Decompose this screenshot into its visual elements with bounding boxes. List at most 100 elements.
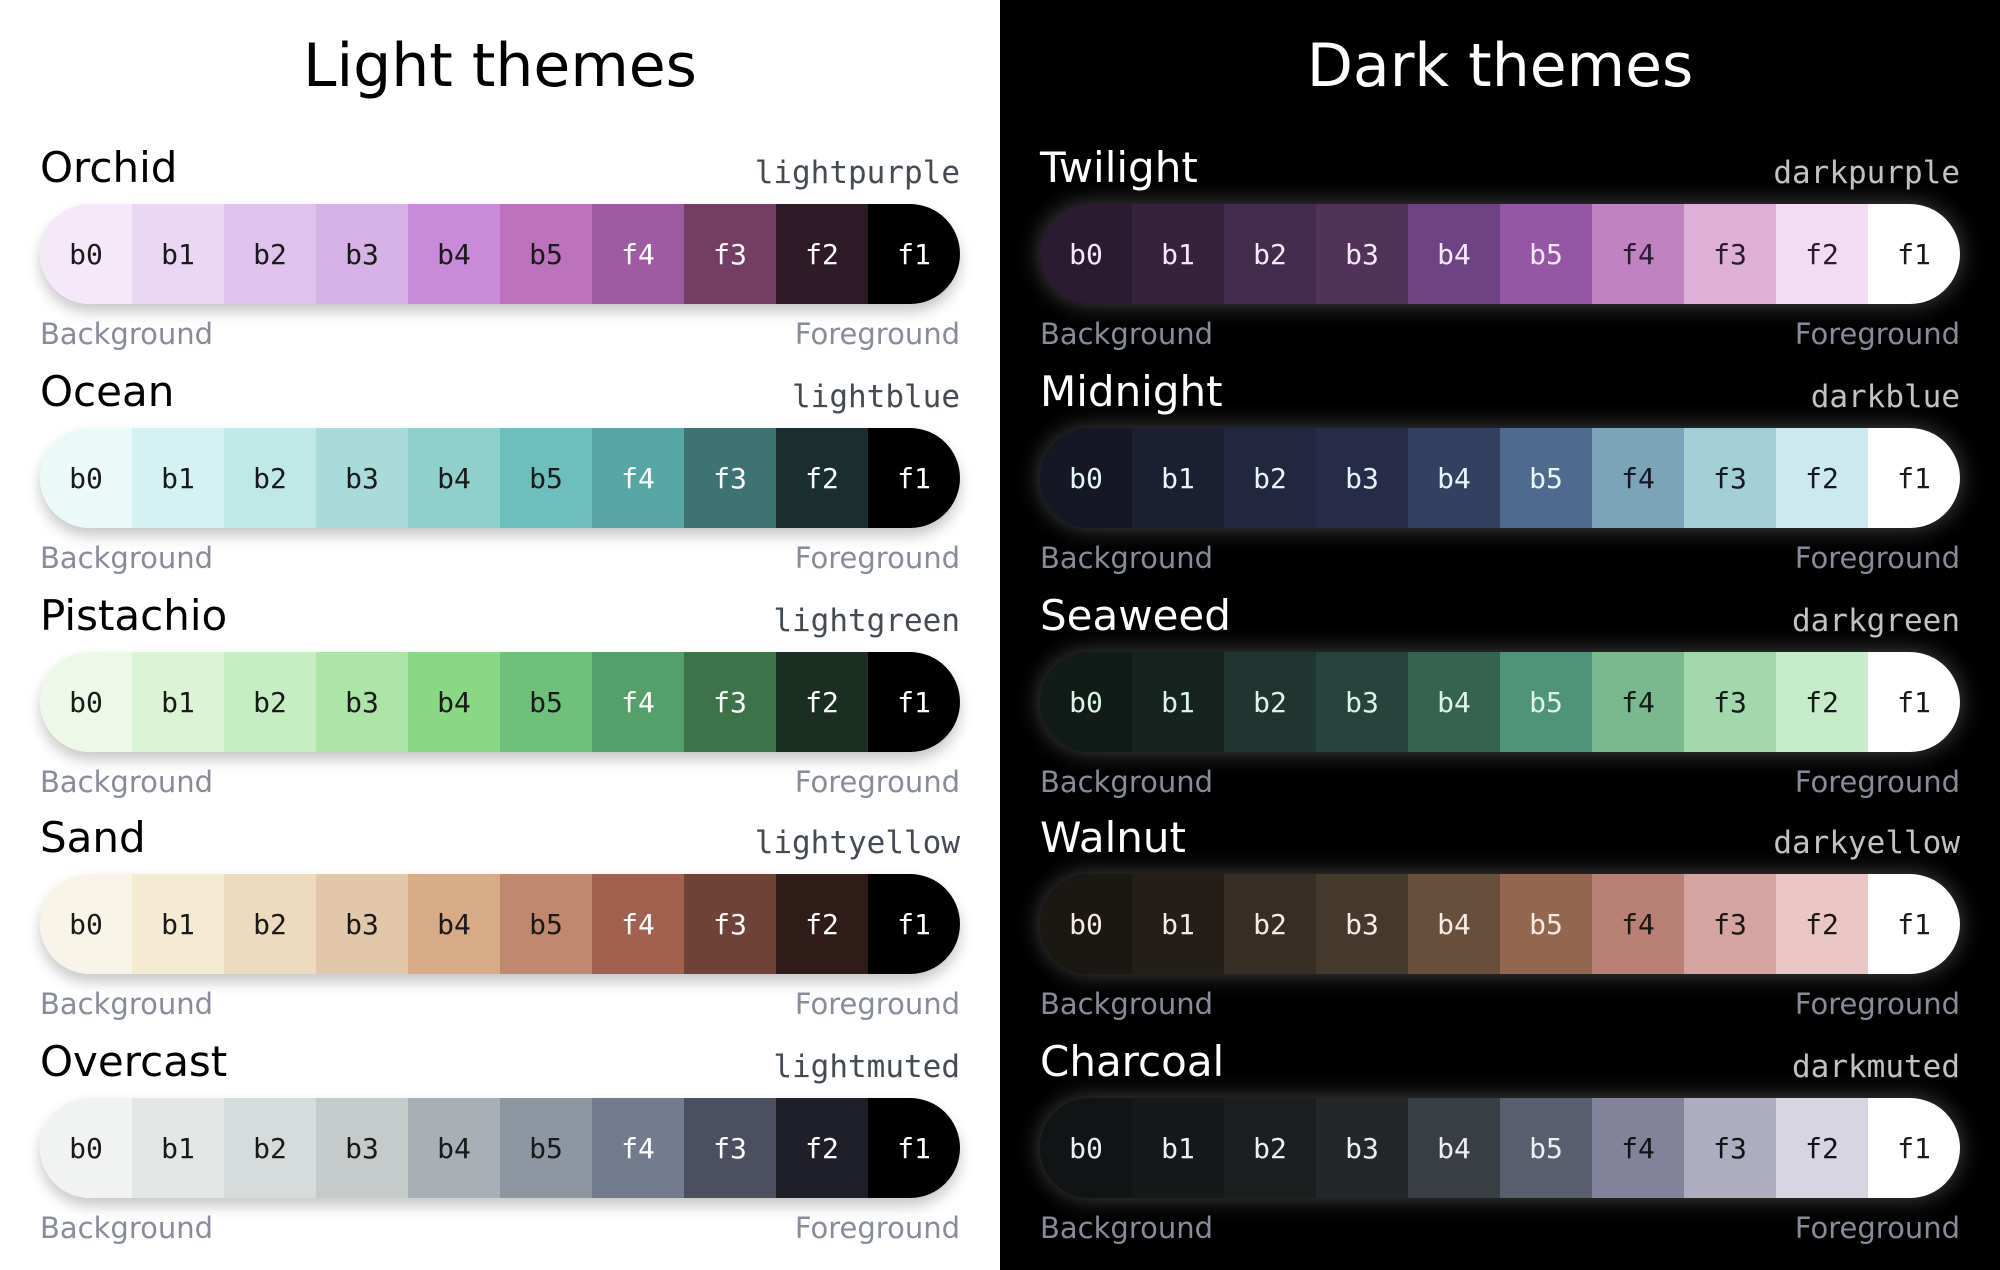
swatch-b5: b5 <box>1500 428 1592 528</box>
swatch-b1: b1 <box>132 428 224 528</box>
swatch-b1: b1 <box>132 652 224 752</box>
theme-name: Pistachio <box>40 591 228 640</box>
swatch-f1: f1 <box>868 652 960 752</box>
swatch-b4: b4 <box>408 652 500 752</box>
swatch-b3: b3 <box>316 652 408 752</box>
swatch-strip: b0 b1 b2 b3 b4 b5 f4 f3 f2 f1 <box>1040 874 1960 974</box>
swatch-f3: f3 <box>1684 874 1776 974</box>
swatch-b3: b3 <box>316 428 408 528</box>
swatch-f4: f4 <box>1592 204 1684 304</box>
swatch-f4: f4 <box>1592 874 1684 974</box>
foreground-label: Foreground <box>1794 317 1960 351</box>
background-label: Background <box>1040 987 1214 1021</box>
swatch-b5: b5 <box>500 428 592 528</box>
swatch-f2: f2 <box>776 874 868 974</box>
theme-card: Charcoal darkmuted b0 b1 b2 b3 b4 b5 f4 f3 f2 f1 … <box>1040 1032 1960 1256</box>
swatch-f4: f4 <box>592 428 684 528</box>
swatch-strip: b0 b1 b2 b3 b4 b5 f4 f3 f2 f1 <box>1040 652 1960 752</box>
theme-card: Overcast lightmuted b0 b1 b2 b3 b4 b5 f4 f3 f2 f1… <box>40 1032 960 1256</box>
swatch-b0: b0 <box>40 1098 132 1198</box>
swatch-b4: b4 <box>1408 428 1500 528</box>
swatch-b4: b4 <box>1408 874 1500 974</box>
foreground-label: Foreground <box>794 541 960 575</box>
swatch-b0: b0 <box>40 204 132 304</box>
theme-code: darkblue <box>1810 379 1960 415</box>
theme-name: Walnut <box>1040 813 1186 862</box>
swatch-b5: b5 <box>1500 874 1592 974</box>
foreground-label: Foreground <box>1794 541 1960 575</box>
theme-code: lightmuted <box>773 1049 960 1085</box>
theme-card: Sand lightyellow b0 b1 b2 b3 b4 b5 f4 f3 f2 f1 Ba… <box>40 808 960 1032</box>
swatch-b5: b5 <box>1500 1098 1592 1198</box>
background-label: Background <box>40 541 214 575</box>
swatch-f2: f2 <box>1776 428 1868 528</box>
swatch-b2: b2 <box>1224 652 1316 752</box>
swatch-b2: b2 <box>1224 428 1316 528</box>
swatch-f1: f1 <box>1868 204 1960 304</box>
swatch-b5: b5 <box>500 874 592 974</box>
swatch-b2: b2 <box>224 652 316 752</box>
theme-card: Pistachio lightgreen b0 b1 b2 b3 b4 b5 f4 f3 f2 f… <box>40 586 960 810</box>
swatch-b5: b5 <box>500 204 592 304</box>
swatch-f4: f4 <box>1592 428 1684 528</box>
background-label: Background <box>1040 1211 1214 1245</box>
theme-card: Ocean lightblue b0 b1 b2 b3 b4 b5 f4 f3 f2 f1 Bac… <box>40 362 960 586</box>
theme-card: Twilight darkpurple b0 b1 b2 b3 b4 b5 f4 f3 f2 f1… <box>1040 138 1960 362</box>
swatch-b2: b2 <box>1224 874 1316 974</box>
theme-code: darkmuted <box>1792 1049 1960 1085</box>
swatch-b1: b1 <box>132 204 224 304</box>
theme-name: Seaweed <box>1040 591 1231 640</box>
swatch-f4: f4 <box>592 874 684 974</box>
swatch-f1: f1 <box>868 428 960 528</box>
swatch-b1: b1 <box>1132 1098 1224 1198</box>
swatch-b0: b0 <box>40 874 132 974</box>
swatch-f2: f2 <box>1776 1098 1868 1198</box>
theme-code: darkyellow <box>1773 825 1960 861</box>
swatch-b4: b4 <box>408 1098 500 1198</box>
foreground-label: Foreground <box>1794 765 1960 799</box>
theme-code: lightgreen <box>773 603 960 639</box>
theme-name: Overcast <box>40 1037 228 1086</box>
theme-card: Walnut darkyellow b0 b1 b2 b3 b4 b5 f4 f3 f2 f1 B… <box>1040 808 1960 1032</box>
swatch-strip: b0 b1 b2 b3 b4 b5 f4 f3 f2 f1 <box>40 652 960 752</box>
swatch-b3: b3 <box>1316 1098 1408 1198</box>
swatch-b3: b3 <box>316 1098 408 1198</box>
swatch-b3: b3 <box>1316 874 1408 974</box>
swatch-b0: b0 <box>1040 652 1132 752</box>
theme-code: lightyellow <box>754 825 960 861</box>
swatch-f2: f2 <box>776 204 868 304</box>
swatch-b5: b5 <box>500 1098 592 1198</box>
swatch-f1: f1 <box>868 1098 960 1198</box>
theme-name: Sand <box>40 813 146 862</box>
swatch-f2: f2 <box>776 428 868 528</box>
swatch-f1: f1 <box>1868 652 1960 752</box>
swatch-b0: b0 <box>1040 204 1132 304</box>
background-label: Background <box>1040 317 1214 351</box>
background-label: Background <box>40 987 214 1021</box>
theme-name: Orchid <box>40 143 178 192</box>
swatch-b0: b0 <box>1040 1098 1132 1198</box>
swatch-strip: b0 b1 b2 b3 b4 b5 f4 f3 f2 f1 <box>1040 1098 1960 1198</box>
theme-code: lightpurple <box>754 155 960 191</box>
swatch-b1: b1 <box>1132 874 1224 974</box>
swatch-b2: b2 <box>224 1098 316 1198</box>
swatch-b4: b4 <box>408 204 500 304</box>
swatch-f3: f3 <box>1684 652 1776 752</box>
background-label: Background <box>40 765 214 799</box>
swatch-b1: b1 <box>1132 428 1224 528</box>
swatch-f4: f4 <box>592 652 684 752</box>
swatch-b3: b3 <box>1316 204 1408 304</box>
theme-name: Charcoal <box>1040 1037 1225 1086</box>
swatch-strip: b0 b1 b2 b3 b4 b5 f4 f3 f2 f1 <box>40 204 960 304</box>
swatch-f3: f3 <box>684 1098 776 1198</box>
swatch-strip: b0 b1 b2 b3 b4 b5 f4 f3 f2 f1 <box>40 874 960 974</box>
swatch-b0: b0 <box>1040 874 1132 974</box>
swatch-f3: f3 <box>684 874 776 974</box>
swatch-b3: b3 <box>1316 652 1408 752</box>
panel-title: Light themes <box>303 31 697 101</box>
swatch-f3: f3 <box>684 428 776 528</box>
swatch-f1: f1 <box>1868 1098 1960 1198</box>
foreground-label: Foreground <box>794 765 960 799</box>
swatch-f2: f2 <box>776 652 868 752</box>
swatch-b2: b2 <box>1224 204 1316 304</box>
